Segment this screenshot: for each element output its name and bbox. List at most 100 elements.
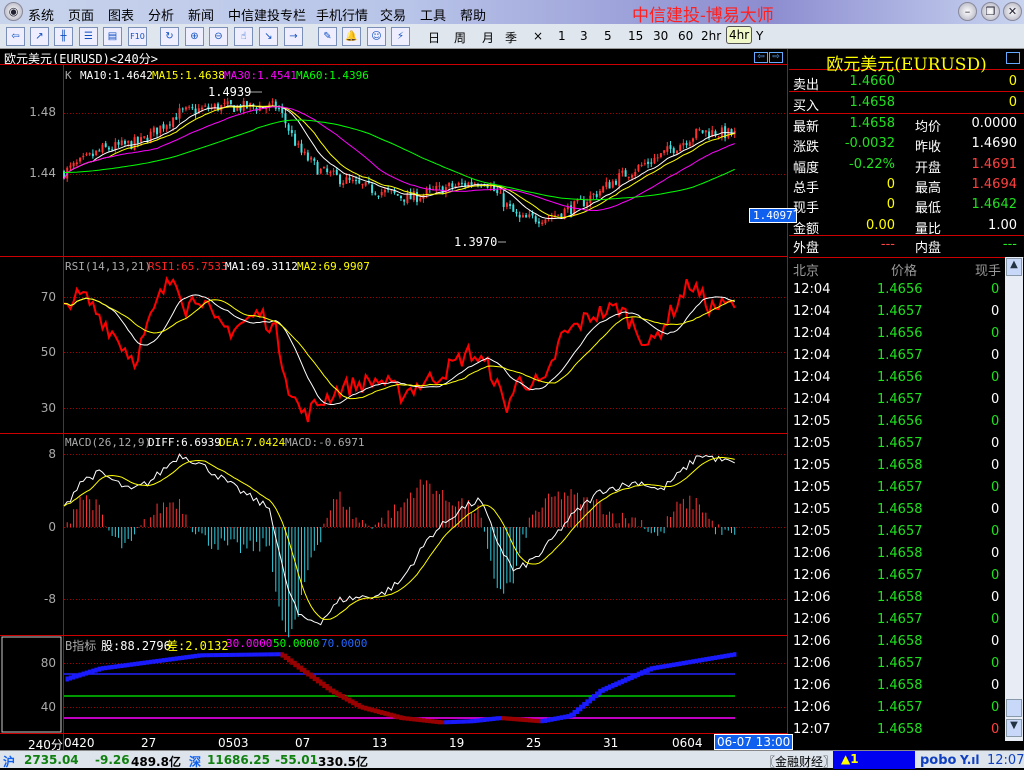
candle-body (229, 100, 232, 105)
sh-label: 沪 (3, 755, 16, 769)
candle-body (322, 167, 325, 169)
b-indicator-bar (556, 715, 560, 721)
sz-change: -55.01 (275, 753, 318, 767)
b-indicator-bar (344, 695, 349, 702)
candle-body (104, 143, 107, 147)
b-indicator-bar (623, 677, 628, 683)
b-indicator-bar (434, 719, 438, 724)
b-indicator-bar (697, 658, 702, 663)
b-indicator-bar (713, 655, 718, 661)
b-indicator-bar (396, 714, 400, 720)
candle-body (428, 187, 431, 189)
b-indicator-bar (726, 653, 731, 658)
b-indicator-bar (238, 652, 243, 657)
b-indicator-bar (595, 691, 599, 699)
b-indicator-bar (270, 652, 275, 657)
b-indicator-bar (466, 719, 471, 724)
sz-index: 11686.25 (207, 753, 271, 767)
b-indicator-label: B指标 (65, 639, 97, 653)
b-indicator-bar (636, 671, 641, 678)
b-indicator-bar (264, 652, 268, 657)
candle-body (582, 199, 585, 207)
b-indicator-bar (476, 718, 480, 723)
tick-scrollbar[interactable]: ▲ ▼ (1005, 257, 1023, 741)
b-indicator-bar (675, 661, 679, 667)
candle-body (114, 142, 117, 150)
b-indicator-bar (665, 663, 670, 669)
candle-body (698, 129, 701, 131)
tick-time: 12:06 (793, 656, 831, 671)
tick-row: 12:05 1.4657 0 (789, 477, 1003, 499)
diff-label: DIFF:6.6939 (148, 436, 221, 449)
stat-value: 0.0000 (971, 116, 1018, 131)
b-indicator-bar (168, 657, 172, 662)
candle-body (528, 214, 531, 218)
stat-label: 金额 (793, 221, 820, 237)
b-indicator-bar (367, 706, 371, 712)
candle-body (425, 188, 428, 195)
stat-label: 最低 (915, 201, 942, 217)
tick-price: 1.4657 (877, 436, 923, 451)
candle-body (637, 164, 640, 171)
maximize-panel-button[interactable] (1006, 52, 1020, 64)
b-indicator-bar (543, 718, 548, 723)
candle-body (374, 193, 377, 195)
candle-body (172, 117, 175, 127)
candle-body (592, 193, 595, 195)
candle-body (688, 142, 691, 147)
scroll-up-button[interactable]: ▲ (1006, 258, 1022, 276)
news-ticker[interactable]: 〖金融财经〗 (763, 753, 835, 770)
stat-label: 总手 (793, 180, 820, 196)
b-indicator-bar (319, 679, 323, 686)
b-indicator-bar (286, 656, 291, 663)
b-indicator-bar (537, 718, 541, 724)
inner-value: --- (1002, 237, 1017, 252)
scroll-down-button[interactable]: ▼ (1006, 719, 1022, 737)
b-indicator-bar (302, 667, 307, 675)
b-indicator-bar (380, 710, 384, 715)
candle-body (117, 142, 120, 145)
b-50-label: 50.0000 (273, 637, 320, 650)
scroll-thumb[interactable] (1006, 699, 1022, 717)
b-indicator-bar (546, 717, 551, 723)
candle-body (274, 101, 277, 109)
candle-body (107, 147, 110, 150)
b-indicator-bar (591, 694, 596, 701)
buy-label: 买入 (793, 99, 820, 114)
b-indicator-bar (161, 658, 166, 663)
alert-indicator[interactable]: ▲1 (833, 751, 915, 769)
b-indicator-bar (110, 664, 114, 670)
b-indicator-bar (100, 666, 105, 671)
b-indicator-bar (447, 720, 451, 725)
candle-body (101, 144, 104, 153)
tick-price: 1.4656 (877, 414, 923, 429)
stat-label: 最新 (793, 120, 820, 135)
b-70-label: 70.0000 (321, 637, 368, 650)
b-indicator-bar (78, 672, 82, 678)
b-indicator-bar (386, 711, 390, 717)
b-indicator-bar (123, 663, 127, 668)
candle-body (143, 136, 146, 138)
candle-body (300, 143, 303, 153)
candle-body (708, 131, 711, 138)
y-tick: 0 (48, 520, 56, 534)
b-indicator-bar (485, 717, 490, 722)
tick-row: 12:06 1.4657 0 (789, 565, 1003, 587)
candle-body (695, 129, 698, 139)
b-indicator-bar (611, 683, 615, 689)
b-indicator-bar (293, 660, 297, 668)
b-indicator-bar (360, 704, 365, 710)
b-indicator-bar (94, 667, 98, 673)
candle-body (175, 117, 178, 120)
candle-body (451, 183, 454, 188)
b-indicator-bar (142, 660, 146, 666)
rsi-label: RSI(14,13,21) (65, 260, 152, 273)
outer-value: --- (880, 237, 895, 252)
ma10-line (63, 104, 735, 220)
candle-body (358, 179, 361, 184)
b-indicator-bar (126, 662, 130, 668)
b-indicator-bar (649, 666, 653, 672)
candle-body (133, 137, 136, 150)
tick-time: 12:04 (793, 392, 831, 407)
stat-label: 现手 (793, 201, 820, 217)
